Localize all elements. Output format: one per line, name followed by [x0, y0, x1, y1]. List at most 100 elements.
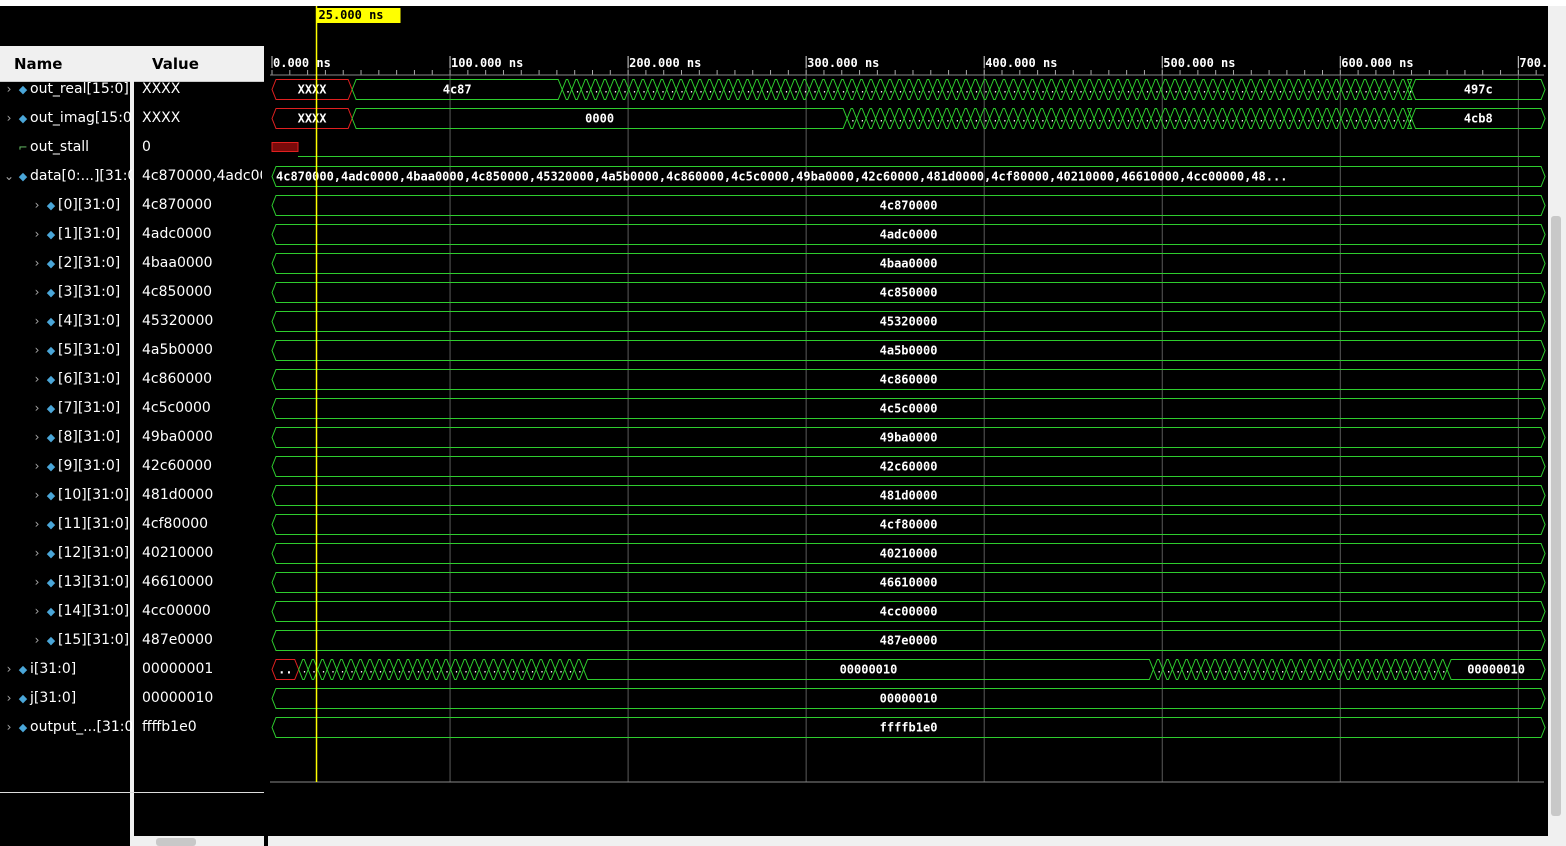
- bus-ellipsis-label: .: [1135, 114, 1141, 125]
- waveform-panel[interactable]: 0.000 ns 100.000 ns 200.000 ns 300.000 ns 40…: [268, 6, 1548, 836]
- expand-chevron-icon[interactable]: ›: [30, 597, 44, 626]
- signal-name-label: j[31:0]: [30, 690, 77, 706]
- signal-name-row[interactable]: › ◆ [14][31:0]: [0, 597, 160, 626]
- bus-ellipsis-label: .: [1261, 665, 1267, 676]
- bus-value-label: 4cc00000: [880, 605, 938, 619]
- bus-ellipsis-label: .: [1002, 114, 1008, 125]
- bus-ellipsis-label: .: [1116, 114, 1122, 125]
- signal-name-row[interactable]: › ◆ [9][31:0]: [0, 452, 160, 481]
- waveform-horizontal-scrollbar[interactable]: [268, 836, 1548, 846]
- bus-ellipsis-label: .: [1154, 85, 1160, 96]
- signal-value: 00000010: [142, 690, 214, 706]
- expand-chevron-icon[interactable]: ›: [30, 365, 44, 394]
- expand-chevron-icon[interactable]: ›: [30, 568, 44, 597]
- bus-ellipsis-label: .: [1011, 114, 1017, 125]
- expand-chevron-icon[interactable]: ›: [2, 713, 16, 742]
- signal-name-row[interactable]: › ◆ output_...[31:0]: [0, 713, 132, 742]
- bus-value-label: 4c5c0000: [880, 402, 938, 416]
- value-horizontal-scrollbar[interactable]: [134, 836, 264, 846]
- bus-ellipsis-label: .: [1030, 114, 1036, 125]
- signal-name-label: [13][31:0]: [58, 574, 130, 590]
- bus-ellipsis-label: .: [1277, 85, 1283, 96]
- signal-name-row[interactable]: › ◆ [15][31:0]: [0, 626, 160, 655]
- expand-chevron-icon[interactable]: ›: [2, 104, 16, 133]
- signal-value: 4cc00000: [142, 603, 211, 619]
- signal-name-label: [14][31:0]: [58, 603, 130, 619]
- expand-chevron-icon[interactable]: ›: [30, 394, 44, 423]
- signal-name-row[interactable]: › ◆ [0][31:0]: [0, 191, 160, 220]
- bus-ellipsis-label: .: [774, 85, 780, 96]
- signal-name-row[interactable]: › ◆ out_real[15:0]: [0, 75, 132, 104]
- bus-ellipsis-label: .: [584, 85, 590, 96]
- bus-ellipsis-label: .: [726, 85, 732, 96]
- expand-chevron-icon[interactable]: ›: [30, 220, 44, 249]
- bus-ellipsis-label: .: [935, 85, 941, 96]
- signal-value: 4c860000: [142, 371, 213, 387]
- bus-ellipsis-label: .: [1087, 114, 1093, 125]
- bus-ellipsis-label: .: [574, 85, 580, 96]
- expand-chevron-icon[interactable]: ›: [30, 336, 44, 365]
- signal-name-row[interactable]: › ◆ [6][31:0]: [0, 365, 160, 394]
- bus-value-label: ffffb1e0: [880, 721, 938, 735]
- bus-ellipsis-label: .: [954, 114, 960, 125]
- signal-name-label: [8][31:0]: [58, 429, 121, 445]
- expand-chevron-icon[interactable]: ›: [2, 684, 16, 713]
- signal-name-row[interactable]: › ◆ [7][31:0]: [0, 394, 160, 423]
- signal-name-row[interactable]: › ◆ [10][31:0]: [0, 481, 160, 510]
- signal-name-row[interactable]: › ◆ [12][31:0]: [0, 539, 160, 568]
- scrollbar-thumb[interactable]: [156, 838, 196, 846]
- bus-signal-icon: ◆: [46, 605, 56, 618]
- expand-chevron-icon[interactable]: ›: [30, 191, 44, 220]
- signal-name-row[interactable]: › ◆ out_imag[15:0]: [0, 104, 132, 133]
- expand-chevron-icon[interactable]: ›: [30, 452, 44, 481]
- expand-chevron-icon[interactable]: ›: [2, 655, 16, 684]
- collapse-chevron-icon[interactable]: ⌄: [2, 162, 16, 191]
- scrollbar-thumb[interactable]: [1551, 216, 1561, 816]
- signal-name-row[interactable]: › ◆ [2][31:0]: [0, 249, 160, 278]
- signal-name-row[interactable]: › ◆ [13][31:0]: [0, 568, 160, 597]
- expand-chevron-icon[interactable]: ›: [2, 75, 16, 104]
- expand-chevron-icon[interactable]: ›: [30, 539, 44, 568]
- expand-chevron-icon[interactable]: ›: [30, 481, 44, 510]
- expand-chevron-icon[interactable]: ›: [30, 510, 44, 539]
- waveform-vertical-scrollbar[interactable]: [1548, 6, 1566, 846]
- waveform-canvas[interactable]: 0.000 ns 100.000 ns 200.000 ns 300.000 ns 40…: [268, 6, 1548, 836]
- bus-ellipsis-label: .: [387, 665, 393, 676]
- signal-name-row[interactable]: › ◆ [3][31:0]: [0, 278, 160, 307]
- expand-chevron-icon[interactable]: ›: [30, 626, 44, 655]
- expand-chevron-icon[interactable]: ›: [30, 423, 44, 452]
- bus-ellipsis-label: .: [358, 665, 364, 676]
- bus-ellipsis-label: .: [650, 85, 656, 96]
- signal-name-row[interactable]: › ◆ [5][31:0]: [0, 336, 160, 365]
- bus-value-label: 0000: [585, 112, 614, 126]
- bus-ellipsis-label: .: [707, 85, 713, 96]
- signal-name-row[interactable]: › ◆ j[31:0]: [0, 684, 132, 713]
- signal-value: 4adc0000: [142, 226, 212, 242]
- bus-ellipsis-label: .: [926, 114, 932, 125]
- bus-ellipsis-label: .: [491, 665, 497, 676]
- bus-ellipsis-label: .: [1353, 85, 1359, 96]
- bus-ellipsis-label: .: [577, 665, 583, 676]
- bus-ellipsis-label: .: [1185, 665, 1191, 676]
- expand-chevron-icon[interactable]: ›: [30, 307, 44, 336]
- bus-ellipsis-label: .: [1220, 85, 1226, 96]
- bus-ellipsis-label: .: [1135, 85, 1141, 96]
- signal-name-row[interactable]: › ◆ [11][31:0]: [0, 510, 160, 539]
- bus-ellipsis-label: .: [831, 85, 837, 96]
- bus-signal-icon: ◆: [46, 315, 56, 328]
- bit-signal-icon: ⌐: [18, 141, 28, 154]
- bus-ellipsis-label: .: [1154, 114, 1160, 125]
- signal-name-row[interactable]: ⌄ ◆ data[0:...][31:0]: [0, 162, 132, 191]
- signal-name-row[interactable]: › ◆ i[31:0]: [0, 655, 132, 684]
- signal-name-row[interactable]: › ◆ [8][31:0]: [0, 423, 160, 452]
- expand-chevron-icon[interactable]: ›: [30, 249, 44, 278]
- bus-ellipsis-label: .: [1441, 665, 1447, 676]
- bus-ellipsis-label: .: [1125, 114, 1131, 125]
- signal-name-row[interactable]: ⌐ out_stall: [0, 133, 132, 162]
- bus-ellipsis-label: .: [1365, 665, 1371, 676]
- signal-name-row[interactable]: › ◆ [1][31:0]: [0, 220, 160, 249]
- signal-name-row[interactable]: › ◆ [4][31:0]: [0, 307, 160, 336]
- expand-chevron-icon[interactable]: ›: [30, 278, 44, 307]
- bus-ellipsis-label: .: [1372, 85, 1378, 96]
- bus-ellipsis-label: .: [1201, 114, 1207, 125]
